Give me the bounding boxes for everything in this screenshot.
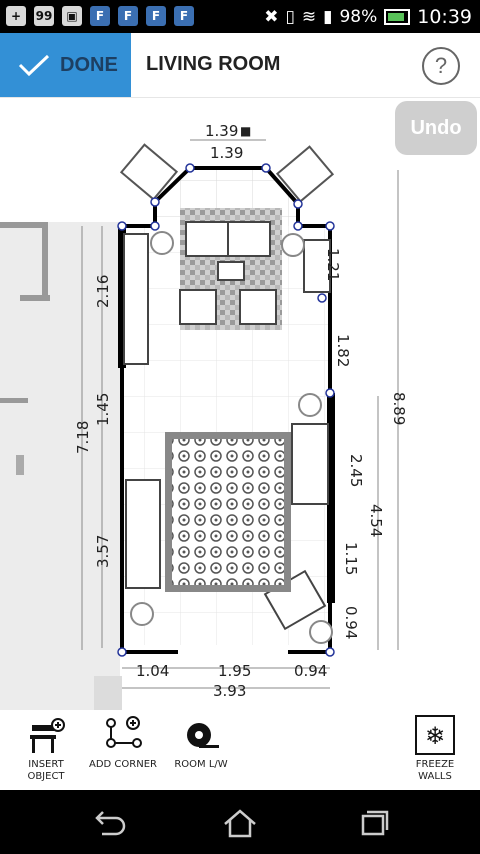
snowflake-icon: ❄: [415, 715, 455, 755]
room-lw-label: ROOM L/W: [174, 759, 228, 770]
notification-icons: + 99 ▣ F F F F: [6, 6, 194, 26]
add-corner-button[interactable]: ADD CORNER: [88, 715, 158, 771]
system-nav-bar: [0, 790, 480, 854]
dim-right-total[interactable]: 8.89: [390, 392, 408, 425]
image-icon: ▣: [62, 6, 82, 26]
dim-right-5[interactable]: 0.94: [342, 606, 360, 639]
undo-button[interactable]: Undo: [395, 101, 477, 155]
app-icon: F: [90, 6, 110, 26]
insert-label-1: INSERT: [28, 759, 64, 770]
freeze-walls-button[interactable]: ❄ FREEZE WALLS: [408, 715, 462, 783]
app-toolbar: DONE LIVING ROOM ?: [0, 33, 480, 98]
dim-bottom-2[interactable]: 1.95: [218, 662, 251, 680]
add-corner-label: ADD CORNER: [89, 759, 157, 770]
battery-percent: 98%: [339, 7, 378, 27]
check-icon: [18, 54, 50, 77]
app-icon: F: [118, 6, 138, 26]
home-icon[interactable]: [220, 808, 260, 838]
dim-left-2[interactable]: 1.45: [94, 393, 112, 426]
freeze-label-1: FREEZE: [415, 759, 455, 770]
recent-apps-icon[interactable]: [354, 808, 394, 838]
insert-object-button[interactable]: INSERT OBJECT: [18, 715, 74, 783]
dim-right-3[interactable]: 2.45: [347, 454, 365, 487]
room-lw-button[interactable]: ROOM L/W: [170, 715, 232, 771]
done-label: DONE: [60, 53, 118, 76]
dim-left-1[interactable]: 2.16: [94, 275, 112, 308]
corner-plus-icon: [106, 716, 142, 748]
battery-icon: [384, 9, 411, 25]
signal-icon: ▮: [323, 7, 333, 27]
dim-right-1[interactable]: 1.21: [324, 248, 342, 281]
dim-left-3[interactable]: 3.57: [94, 535, 112, 568]
dim-right-2[interactable]: 1.82: [334, 334, 352, 367]
dim-bottom-1[interactable]: 1.04: [136, 662, 169, 680]
done-button[interactable]: DONE: [0, 33, 131, 97]
nfc-icon: ▯: [285, 7, 295, 27]
svg-text:❄: ❄: [425, 722, 445, 750]
insert-label-2: OBJECT: [27, 771, 65, 782]
wifi-icon: ≋: [301, 7, 317, 27]
floor-plan-canvas[interactable]: 1.39 ■ 1.39 2.16 1.45 3.57 7.18 1.21 1.8…: [0, 98, 480, 710]
app-icon: F: [174, 6, 194, 26]
app-icon: F: [146, 6, 166, 26]
lock-icon: ■: [240, 124, 252, 138]
dim-top-2[interactable]: 1.39: [210, 144, 243, 162]
back-icon[interactable]: [88, 808, 128, 838]
dim-right-6[interactable]: 4.54: [367, 504, 385, 537]
dim-bottom-3[interactable]: 0.94: [294, 662, 327, 680]
status-bar: + 99 ▣ F F F F ✖ ▯ ≋ ▮ 98% 10:39: [0, 0, 480, 33]
clock: 10:39: [417, 6, 472, 28]
dim-bottom-total[interactable]: 3.93: [213, 682, 246, 700]
bluetooth-off-icon: ✖: [264, 7, 279, 27]
chair-plus-icon: [30, 718, 65, 753]
dim-left-total[interactable]: 7.18: [74, 421, 92, 454]
help-button[interactable]: ?: [422, 47, 460, 85]
chat-icon: 99: [34, 6, 54, 26]
freeze-label-2: WALLS: [418, 771, 452, 782]
tool-bar: INSERT OBJECT ADD CORNER ROOM L/W ❄ FREE…: [0, 710, 480, 790]
dim-right-4[interactable]: 1.15: [342, 542, 360, 575]
page-title: LIVING ROOM: [146, 53, 281, 75]
dim-top-1[interactable]: 1.39: [205, 122, 238, 140]
tape-measure-icon: [187, 723, 219, 748]
plus-icon: +: [6, 6, 26, 26]
